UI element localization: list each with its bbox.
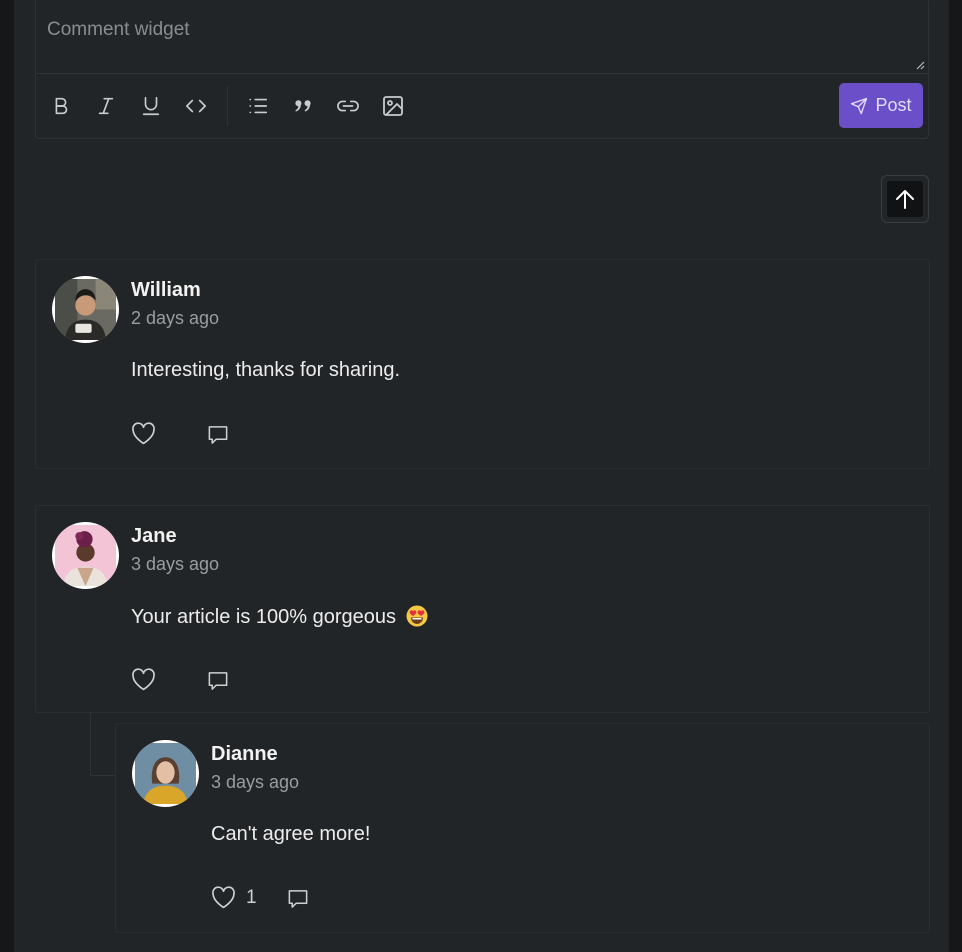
like-button[interactable] [131,422,166,445]
comment-placeholder: Comment widget [47,19,190,40]
italic-icon[interactable] [93,93,119,119]
scroll-to-top-button[interactable] [881,175,929,223]
comment-author[interactable]: William [131,279,201,302]
comment-time: 3 days ago [211,772,300,792]
comment-author[interactable]: Jane [131,525,177,548]
avatar[interactable] [52,522,119,589]
avatar[interactable] [132,740,199,807]
bold-icon[interactable] [48,93,74,119]
post-label: Post [875,95,912,115]
code-icon[interactable] [183,93,209,119]
comment-time: 2 days ago [131,308,220,328]
list-icon[interactable] [245,93,271,119]
reply-button[interactable] [206,423,230,451]
heart-icon [132,668,155,691]
heart-eyes-emoji-icon [406,605,428,627]
like-button[interactable]: 1 [211,886,257,909]
reply-button[interactable] [206,669,230,697]
reply-thread-line [90,713,115,776]
like-button[interactable] [131,668,166,691]
comment-text-row: Your article is 100% gorgeous [131,605,428,629]
link-icon[interactable] [335,93,361,119]
editor-toolbar: Post [36,74,928,138]
resize-grip-icon[interactable] [916,61,925,70]
heart-icon [212,886,235,909]
reply-icon [208,672,228,690]
reply-icon [208,426,228,444]
send-icon [851,97,868,114]
heart-icon [132,422,155,445]
comment-time: 3 days ago [131,554,220,574]
comments-page: Comment widget Post William 2 days ago I… [14,0,949,952]
quote-icon[interactable] [290,93,316,119]
reply-card: Dianne 3 days ago Can't agree more! 1 [115,723,930,933]
comment-card: William 2 days ago Interesting, thanks f… [35,259,930,469]
toolbar-separator [227,86,228,126]
comment-card: Jane 3 days ago Your article is 100% gor… [35,505,930,713]
post-button[interactable]: Post [839,83,923,128]
comment-text: Can't agree more! [211,823,371,845]
arrow-up-icon [896,190,914,209]
reply-icon [288,890,308,908]
comment-text: Interesting, thanks for sharing. [131,359,401,381]
comment-text: Your article is 100% gorgeous [131,606,396,628]
avatar[interactable] [52,276,119,343]
comment-input[interactable]: Comment widget [36,0,928,74]
comment-author[interactable]: Dianne [211,743,278,766]
reply-button[interactable] [286,887,310,915]
underline-icon[interactable] [138,93,164,119]
image-icon[interactable] [380,93,406,119]
comment-editor: Comment widget Post [35,0,929,139]
like-count: 1 [246,886,257,908]
